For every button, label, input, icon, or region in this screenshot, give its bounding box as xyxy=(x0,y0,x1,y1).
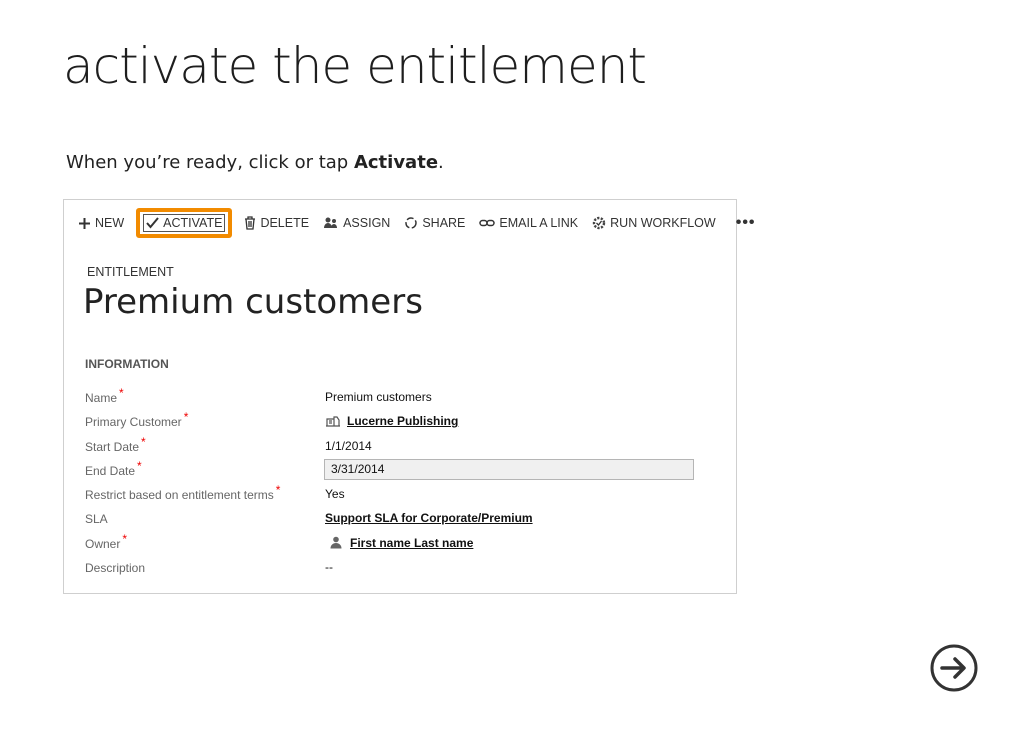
delete-label: DELETE xyxy=(260,216,310,230)
instruction-suffix: . xyxy=(438,152,444,173)
account-icon xyxy=(326,416,340,427)
instruction-bold: Activate xyxy=(353,152,439,173)
instruction-text: When you’re ready, click or tap Activate… xyxy=(66,152,444,173)
primary-customer-link[interactable]: Lucerne Publishing xyxy=(347,414,458,428)
email-link-label: EMAIL A LINK xyxy=(499,216,579,230)
run-workflow-label: RUN WORKFLOW xyxy=(610,216,716,230)
sla-link[interactable]: Support SLA for Corporate/Premium xyxy=(325,511,533,525)
crm-screenshot: NEW ACTIVATE DELETE ASSIGN SHARE EMAIL A… xyxy=(63,199,755,594)
workflow-gear-icon xyxy=(592,216,606,230)
assign-label: ASSIGN xyxy=(343,216,391,230)
end-date-input[interactable]: 3/31/2014 xyxy=(324,458,694,480)
field-label-primary-customer: Primary Customer * xyxy=(85,410,188,430)
required-marker: * xyxy=(141,434,146,449)
required-marker: * xyxy=(137,458,142,473)
entity-type-label: ENTITLEMENT xyxy=(87,265,174,279)
field-label-end-date: End Date * xyxy=(85,459,142,478)
trash-icon xyxy=(245,216,256,230)
share-button[interactable]: SHARE xyxy=(404,210,465,236)
field-value-description[interactable]: -- xyxy=(325,560,333,574)
activate-label: ACTIVATE xyxy=(163,216,223,230)
field-value-primary-customer: Lucerne Publishing xyxy=(325,414,458,428)
field-label-owner: Owner * xyxy=(85,532,127,551)
field-row-description: Description -- xyxy=(85,557,725,581)
field-label-start-date: Start Date * xyxy=(85,435,146,454)
field-row-start-date: Start Date * 1/1/2014 xyxy=(85,435,725,460)
owner-link[interactable]: First name Last name xyxy=(350,536,473,550)
field-value-start-date[interactable]: 1/1/2014 xyxy=(325,439,372,453)
command-bar: NEW ACTIVATE DELETE ASSIGN SHARE EMAIL A… xyxy=(78,208,770,238)
required-marker: * xyxy=(275,483,281,498)
field-label-restrict: Restrict based on entitlement terms * xyxy=(85,483,280,503)
field-row-name: Name * Premium customers xyxy=(85,386,725,411)
field-value-sla: Support SLA for Corporate/Premium xyxy=(325,511,533,525)
link-icon xyxy=(479,219,496,227)
required-marker: * xyxy=(119,386,124,400)
user-icon xyxy=(330,536,342,549)
field-label-primary-customer-text: Primary Customer xyxy=(85,415,182,430)
field-value-restrict[interactable]: Yes xyxy=(325,487,345,501)
activate-button[interactable]: ACTIVATE xyxy=(136,208,233,238)
assign-people-icon xyxy=(324,217,338,228)
field-row-end-date: End Date * 3/31/2014 xyxy=(85,458,725,484)
required-marker: * xyxy=(122,531,128,546)
section-header-information: INFORMATION xyxy=(85,357,169,371)
field-label-name: Name * xyxy=(85,386,124,405)
run-workflow-button[interactable]: RUN WORKFLOW xyxy=(592,210,716,236)
plus-icon xyxy=(79,217,90,229)
field-value-owner: First name Last name xyxy=(325,536,473,550)
share-icon xyxy=(405,217,418,229)
assign-button[interactable]: ASSIGN xyxy=(323,210,390,236)
more-commands-button[interactable]: ••• xyxy=(736,210,756,236)
field-row-primary-customer: Primary Customer * Lucerne Publishing xyxy=(85,410,725,435)
delete-button[interactable]: DELETE xyxy=(244,210,309,236)
field-label-restrict-text: Restrict based on entitlement terms xyxy=(85,488,274,503)
field-label-sla: SLA xyxy=(85,512,108,527)
field-row-restrict: Restrict based on entitlement terms * Yes xyxy=(85,483,725,508)
new-button[interactable]: NEW xyxy=(78,210,124,236)
field-row-owner: Owner * First name Last name xyxy=(85,532,725,557)
field-label-name-text: Name xyxy=(85,391,118,405)
new-label: NEW xyxy=(95,216,125,230)
field-row-sla: SLA Support SLA for Corporate/Premium xyxy=(85,508,725,532)
next-arrow-icon[interactable] xyxy=(930,644,978,692)
checkmark-icon xyxy=(146,217,159,229)
field-label-end-date-text: End Date xyxy=(85,463,136,478)
slide-title: activate the entitlement xyxy=(63,37,647,95)
share-label: SHARE xyxy=(422,216,466,230)
instruction-prefix: When you’re ready, click or tap xyxy=(66,152,354,173)
record-title: Premium customers xyxy=(83,282,423,322)
field-label-owner-text: Owner xyxy=(85,536,121,551)
email-link-button[interactable]: EMAIL A LINK xyxy=(479,210,578,236)
field-label-start-date-text: Start Date xyxy=(85,439,140,454)
required-marker: * xyxy=(183,410,189,425)
field-label-description: Description xyxy=(85,561,146,576)
field-value-name[interactable]: Premium customers xyxy=(325,390,432,404)
information-fields: Name * Premium customers Primary Customer… xyxy=(85,386,725,581)
